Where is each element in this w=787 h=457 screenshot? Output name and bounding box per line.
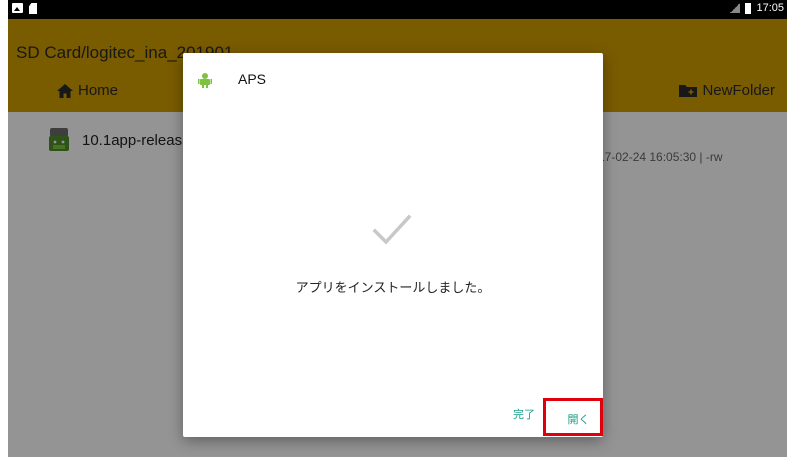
sd-card-icon: [29, 3, 37, 14]
no-signal-icon: [730, 3, 741, 13]
open-button[interactable]: 開く: [551, 402, 606, 436]
status-bar-right: 17:05: [730, 2, 784, 14]
status-bar-left: [12, 3, 37, 14]
dialog-title: APS: [238, 71, 267, 87]
checkmark-icon: [372, 214, 412, 245]
install-success-message: アプリをインストールしました。: [295, 281, 491, 296]
done-button[interactable]: 完了: [513, 406, 535, 422]
status-bar: 17:05: [8, 0, 787, 19]
install-dialog: APS アプリをインストールしました。 完了 開く: [183, 53, 603, 437]
battery-icon: [745, 2, 752, 14]
status-time: 17:05: [756, 2, 784, 14]
android-icon: [198, 73, 212, 88]
image-notification-icon: [12, 3, 23, 13]
screen-border: [0, 0, 8, 457]
